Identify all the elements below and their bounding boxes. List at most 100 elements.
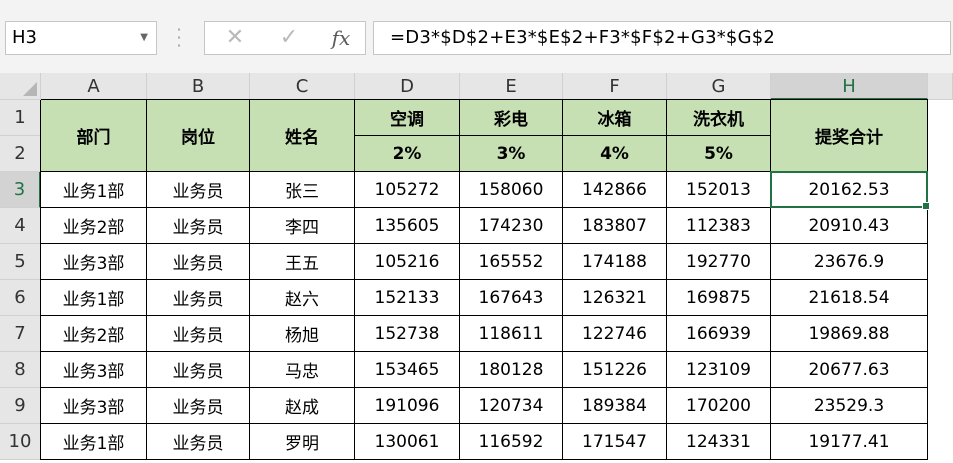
insert-function-icon[interactable]: fx — [325, 22, 357, 54]
select-all-corner[interactable] — [0, 73, 41, 100]
table-cell[interactable]: 112383 — [667, 208, 771, 244]
table-cell[interactable]: 业务1部 — [41, 172, 147, 208]
row-header-8[interactable]: 8 — [0, 352, 41, 388]
row-header-9[interactable]: 9 — [0, 388, 41, 424]
row-header-2[interactable]: 2 — [0, 136, 41, 172]
table-cell[interactable]: 23676.9 — [771, 244, 928, 280]
table-cell[interactable]: 170200 — [667, 388, 771, 424]
table-cell[interactable]: 罗明 — [250, 424, 355, 460]
table-cell[interactable]: 169875 — [667, 280, 771, 316]
table-cell[interactable]: 153465 — [355, 352, 460, 388]
table-cell[interactable]: 20677.63 — [771, 352, 928, 388]
table-cell[interactable]: 业务员 — [147, 316, 250, 352]
table-cell[interactable]: 马忠 — [250, 352, 355, 388]
row-header-10[interactable]: 10 — [0, 424, 41, 460]
row-header-6[interactable]: 6 — [0, 280, 41, 316]
table-cell[interactable]: 业务员 — [147, 280, 250, 316]
rate-cell-tv[interactable]: 3% — [460, 136, 563, 172]
row-header-7[interactable]: 7 — [0, 316, 41, 352]
table-cell[interactable]: 19869.88 — [771, 316, 928, 352]
table-cell[interactable]: 业务1部 — [41, 280, 147, 316]
table-cell[interactable]: 业务员 — [147, 424, 250, 460]
rate-cell-fridge[interactable]: 4% — [563, 136, 667, 172]
table-cell[interactable]: 杨旭 — [250, 316, 355, 352]
column-header-a[interactable]: A — [41, 73, 147, 100]
table-cell[interactable]: 118611 — [460, 316, 563, 352]
header-cell-position[interactable]: 岗位 — [147, 100, 250, 172]
header-cell-ac[interactable]: 空调 — [355, 100, 460, 136]
column-header-b[interactable]: B — [147, 73, 250, 100]
table-cell[interactable]: 业务2部 — [41, 208, 147, 244]
table-cell[interactable]: 业务1部 — [41, 424, 147, 460]
table-cell[interactable]: 135605 — [355, 208, 460, 244]
table-cell[interactable]: 业务员 — [147, 244, 250, 280]
header-cell-washer[interactable]: 洗衣机 — [667, 100, 771, 136]
table-cell[interactable]: 158060 — [460, 172, 563, 208]
table-cell[interactable]: 124331 — [667, 424, 771, 460]
table-cell[interactable]: 业务3部 — [41, 244, 147, 280]
table-cell[interactable]: 122746 — [563, 316, 667, 352]
table-cell[interactable]: 20910.43 — [771, 208, 928, 244]
table-cell[interactable]: 191096 — [355, 388, 460, 424]
table-cell[interactable]: 赵六 — [250, 280, 355, 316]
column-header-g[interactable]: G — [667, 73, 771, 100]
row-header-3[interactable]: 3 — [0, 172, 41, 208]
table-cell[interactable]: 152013 — [667, 172, 771, 208]
chevron-down-icon[interactable]: ▼ — [140, 22, 148, 54]
table-cell[interactable]: 123109 — [667, 352, 771, 388]
table-cell[interactable]: 130061 — [355, 424, 460, 460]
table-cell[interactable]: 19177.41 — [771, 424, 928, 460]
table-cell[interactable]: 120734 — [460, 388, 563, 424]
table-cell[interactable]: 189384 — [563, 388, 667, 424]
header-cell-name[interactable]: 姓名 — [250, 100, 355, 172]
column-header-c[interactable]: C — [250, 73, 355, 100]
table-cell[interactable]: 171547 — [563, 424, 667, 460]
rate-cell-ac[interactable]: 2% — [355, 136, 460, 172]
name-box[interactable]: H3 ▼ — [5, 21, 157, 55]
row-header-5[interactable]: 5 — [0, 244, 41, 280]
formula-input[interactable]: =D3*$D$2+E3*$E$2+F3*$F$2+G3*$G$2 — [373, 21, 951, 55]
table-cell[interactable]: 赵成 — [250, 388, 355, 424]
table-cell[interactable]: 142866 — [563, 172, 667, 208]
header-cell-tv[interactable]: 彩电 — [460, 100, 563, 136]
table-cell[interactable]: 105272 — [355, 172, 460, 208]
table-cell[interactable]: 166939 — [667, 316, 771, 352]
header-cell-fridge[interactable]: 冰箱 — [563, 100, 667, 136]
table-cell[interactable]: 21618.54 — [771, 280, 928, 316]
table-cell[interactable]: 152133 — [355, 280, 460, 316]
column-header-h[interactable]: H — [771, 73, 928, 100]
table-cell[interactable]: 152738 — [355, 316, 460, 352]
table-cell[interactable]: 192770 — [667, 244, 771, 280]
table-cell[interactable]: 167643 — [460, 280, 563, 316]
table-cell[interactable]: 116592 — [460, 424, 563, 460]
table-cell[interactable]: 165552 — [460, 244, 563, 280]
table-cell[interactable]: 业务员 — [147, 208, 250, 244]
table-cell[interactable]: 174230 — [460, 208, 563, 244]
table-cell[interactable]: 王五 — [250, 244, 355, 280]
rate-cell-washer[interactable]: 5% — [667, 136, 771, 172]
table-cell[interactable]: 105216 — [355, 244, 460, 280]
table-cell[interactable]: 张三 — [250, 172, 355, 208]
table-cell[interactable]: 业务员 — [147, 352, 250, 388]
table-cell[interactable]: 126321 — [563, 280, 667, 316]
table-cell[interactable]: 业务3部 — [41, 388, 147, 424]
table-cell[interactable]: 李四 — [250, 208, 355, 244]
table-cell[interactable]: 业务3部 — [41, 352, 147, 388]
header-cell-total[interactable]: 提奖合计 — [771, 100, 928, 172]
column-header-e[interactable]: E — [460, 73, 563, 100]
table-cell[interactable]: 业务员 — [147, 388, 250, 424]
enter-icon[interactable]: ✓ — [273, 22, 305, 54]
table-cell[interactable]: 180128 — [460, 352, 563, 388]
table-cell[interactable]: 业务员 — [147, 172, 250, 208]
column-header-f[interactable]: F — [563, 73, 667, 100]
table-cell[interactable]: 183807 — [563, 208, 667, 244]
column-header-d[interactable]: D — [355, 73, 460, 100]
row-header-1[interactable]: 1 — [0, 100, 41, 136]
table-cell[interactable]: 151226 — [563, 352, 667, 388]
cancel-icon[interactable]: ✕ — [219, 22, 251, 54]
table-cell[interactable]: 23529.3 — [771, 388, 928, 424]
row-header-4[interactable]: 4 — [0, 208, 41, 244]
table-cell[interactable]: 174188 — [563, 244, 667, 280]
table-cell[interactable]: 业务2部 — [41, 316, 147, 352]
table-cell[interactable]: 20162.53 — [771, 172, 928, 208]
